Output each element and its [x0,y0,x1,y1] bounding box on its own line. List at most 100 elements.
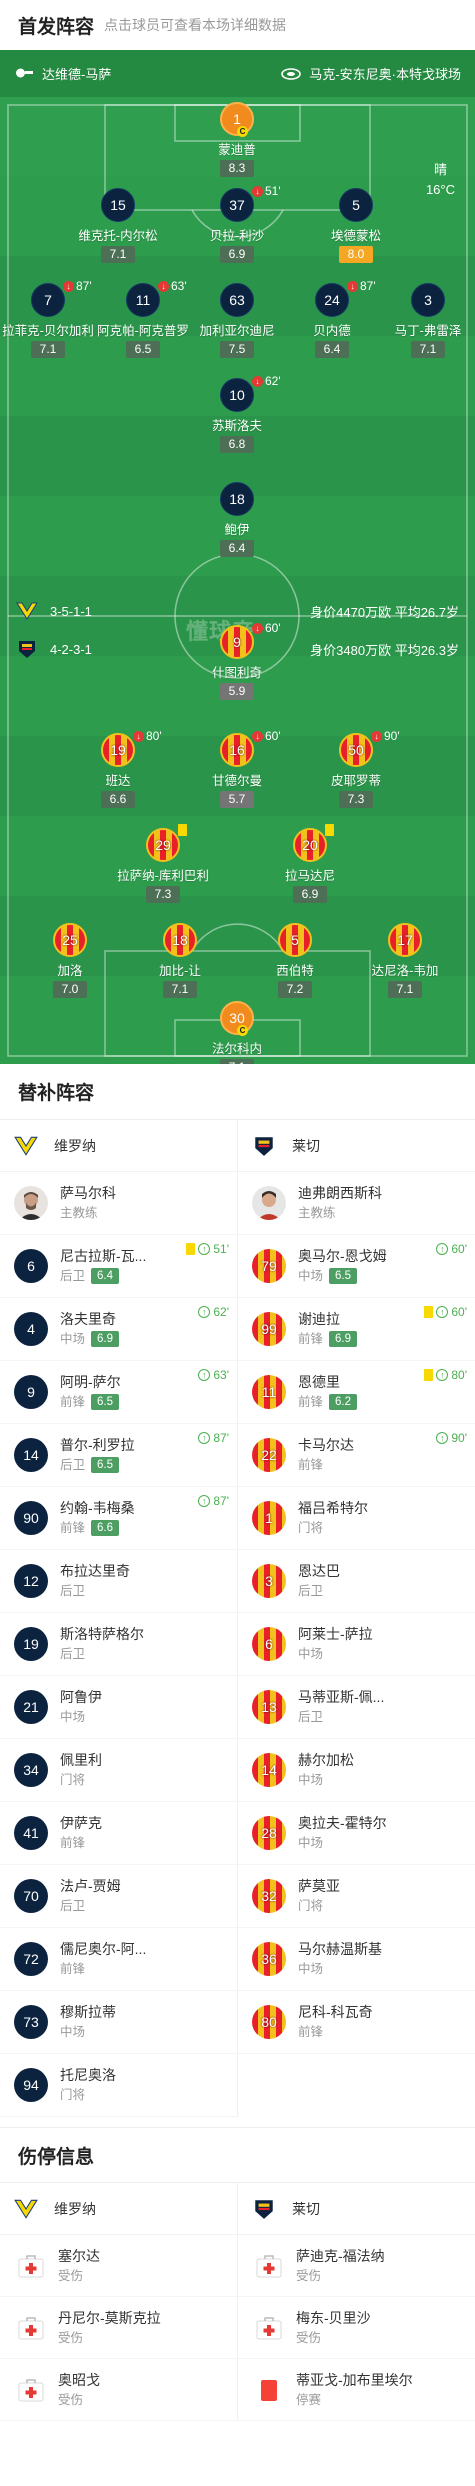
player-marker[interactable]: 50 ↓ 90' 皮耶罗蒂 7.3 [296,729,416,808]
sub-player-name: 赫尔加松 [298,1752,354,1768]
sub-player-row[interactable]: 14 赫尔加松 中场 [238,1739,475,1802]
injury-row[interactable]: 塞尔达 受伤 [0,2235,237,2297]
sub-player-meta: 后卫 6.4 [60,1266,146,1286]
sub-player-row[interactable]: 6 阿莱士-萨拉 中场 [238,1613,475,1676]
sub-player-row[interactable]: 1 福吕希特尔 门将 [238,1487,475,1550]
sub-player-number: 4 [14,1312,48,1346]
sub-player-row[interactable]: 80 尼科-科瓦奇 前锋 [238,1991,475,2054]
player-marker[interactable]: 20 拉马达尼 6.9 [250,824,370,903]
player-marker[interactable]: 3 马丁-弗雷泽 7.1 [368,283,475,358]
player-marker[interactable]: 29 拉萨纳-库利巴利 7.3 [103,824,223,903]
player-marker[interactable]: 1 C 蒙迪普 8.3 [177,102,297,177]
sub-player-row[interactable]: 94 托尼奥洛 门将 [0,2054,237,2117]
sub-player-row[interactable]: 72 儒尼奥尔-阿... 前锋 [0,1928,237,1991]
player-marker[interactable]: 17 达尼洛-韦加 7.1 [345,923,465,998]
sub-player-row[interactable]: 36 马尔赫温斯基 中场 [238,1928,475,1991]
sub-player-row[interactable]: 14 普尔-利罗拉 后卫 6.5 ↑ 87' [0,1424,237,1487]
sub-player-position: 前锋 [298,1395,324,1409]
player-number: 25 [53,923,87,957]
sub-in-event: ↑ 60' [424,1305,467,1319]
player-marker[interactable]: 9 ↓ 60' 什图利奇 5.9 [177,621,297,700]
injury-row[interactable]: 丹尼尔-莫斯克拉 受伤 [0,2297,237,2359]
player-marker[interactable]: 16 ↓ 60' 甘德尔曼 5.7 [177,729,297,808]
sub-player-row[interactable]: 6 尼古拉斯-瓦... 后卫 6.4 ↑ 51' [0,1235,237,1298]
sub-player-position: 后卫 [60,1458,86,1472]
sub-player-number: 1 [252,1501,286,1535]
sub-player-row[interactable]: 21 阿鲁伊 中场 [0,1676,237,1739]
sub-in-time: 60' [451,1305,467,1319]
home-coach-role: 主教练 [60,1206,98,1220]
sub-player-name: 卡马尔达 [298,1437,354,1453]
sub-player-row[interactable]: 99 谢迪拉 前锋 6.9 ↑ 60' [238,1298,475,1361]
player-number: 20 [293,828,327,862]
player-name: 法尔科内 [211,1042,262,1056]
player-marker[interactable]: 15 维克托-内尔松 7.1 [58,188,178,263]
sub-player-position: 前锋 [60,1962,86,1976]
substitution-event: ↓ 51' [252,184,281,198]
page-title: 首发阵容 [18,16,95,38]
sub-player-row[interactable]: 22 卡马尔达 前锋 ↑ 90' [238,1424,475,1487]
player-name: 埃德蒙松 [330,229,381,243]
sub-player-position: 后卫 [298,1710,324,1724]
sub-player-row[interactable]: 34 佩里利 门将 [0,1739,237,1802]
player-name: 西伯特 [276,964,314,978]
sub-player-info: 法卢-贾姆 后卫 [60,1876,121,1916]
player-rating: 6.8 [220,436,254,453]
sub-player-info: 约翰-韦梅桑 前锋 6.6 [60,1498,135,1538]
player-rating: 7.2 [278,981,312,998]
player-number: 17 [388,923,422,957]
lecce-logo-icon [255,2199,273,2219]
injury-row[interactable]: 蒂亚戈-加布里埃尔 停赛 [238,2359,475,2421]
first-aid-icon [254,2314,284,2342]
player-marker[interactable]: 5 埃德蒙松 8.0 [296,188,416,263]
sub-player-row[interactable]: 11 恩德里 前锋 6.2 ↑ 80' [238,1361,475,1424]
player-number: 16 [220,733,254,767]
sub-player-row[interactable]: 79 奥马尔-恩戈姆 中场 6.5 ↑ 60' [238,1235,475,1298]
sub-player-rating: 6.2 [329,1394,358,1410]
player-marker[interactable]: 37 ↓ 51' 贝拉-利沙 6.9 [177,184,297,263]
player-rating: 8.3 [220,160,254,177]
sub-player-row[interactable]: 90 约翰-韦梅桑 前锋 6.6 ↑ 87' [0,1487,237,1550]
sub-player-row[interactable]: 19 斯洛特萨格尔 后卫 [0,1613,237,1676]
sub-player-row[interactable]: 12 布拉达里奇 后卫 [0,1550,237,1613]
sub-player-number: 19 [14,1627,48,1661]
sub-player-row[interactable]: 3 恩达巴 后卫 [238,1550,475,1613]
sub-player-row[interactable]: 9 阿明-萨尔 前锋 6.5 ↑ 63' [0,1361,237,1424]
first-aid-icon [16,2376,46,2404]
player-marker[interactable]: 19 ↓ 80' 班达 6.6 [58,729,178,808]
sub-player-name: 托尼奥洛 [60,2067,116,2083]
player-rating: 5.9 [220,683,254,700]
player-rating: 7.5 [220,341,254,358]
sub-player-info: 奥马尔-恩戈姆 中场 6.5 [298,1246,387,1286]
injury-row[interactable]: 梅东-贝里沙 受伤 [238,2297,475,2359]
sub-time: 60' [265,621,281,635]
sub-player-row[interactable]: 28 奥拉夫-霍特尔 中场 [238,1802,475,1865]
player-marker[interactable]: 18 鲍伊 6.4 [177,482,297,557]
substitution-event: ↓ 80' [133,729,162,743]
sub-player-row[interactable]: 32 萨莫亚 门将 [238,1865,475,1928]
sub-player-row[interactable]: 4 洛夫里奇 中场 6.9 ↑ 62' [0,1298,237,1361]
sub-player-number: 36 [252,1942,286,1976]
subs-away-team: 莱切 [238,1120,475,1172]
away-coach[interactable]: 迪弗朗西斯科 主教练 [238,1172,475,1235]
sub-player-number: 72 [14,1942,48,1976]
substitution-event: ↓ 60' [252,729,281,743]
sub-player-row[interactable]: 41 伊萨克 前锋 [0,1802,237,1865]
sub-player-name: 尼古拉斯-瓦... [60,1248,147,1264]
home-coach[interactable]: 萨马尔科 主教练 [0,1172,237,1235]
sub-player-name: 马尔赫温斯基 [298,1941,382,1957]
player-name: 苏斯洛夫 [211,419,262,433]
sub-player-row[interactable]: 73 穆斯拉蒂 中场 [0,1991,237,2054]
player-marker[interactable]: 30C法尔科内7.1 [177,1001,297,1064]
player-marker[interactable]: 25 加洛 7.0 [10,923,130,998]
player-marker[interactable]: 10 ↓ 62' 苏斯洛夫 6.8 [177,374,297,453]
player-rating: 7.3 [339,791,373,808]
player-number: 3 [411,283,445,317]
sub-player-row[interactable]: 70 法卢-贾姆 后卫 [0,1865,237,1928]
injury-row[interactable]: 萨迪克-福法纳 受伤 [238,2235,475,2297]
player-marker[interactable]: 5 西伯特 7.2 [235,923,355,998]
injury-row[interactable]: 奥昭戈 受伤 [0,2359,237,2421]
sub-player-row[interactable]: 13 马蒂亚斯-佩... 后卫 [238,1676,475,1739]
temperature: 16°C [425,182,455,197]
player-marker[interactable]: 18 加比-让 7.1 [120,923,240,998]
